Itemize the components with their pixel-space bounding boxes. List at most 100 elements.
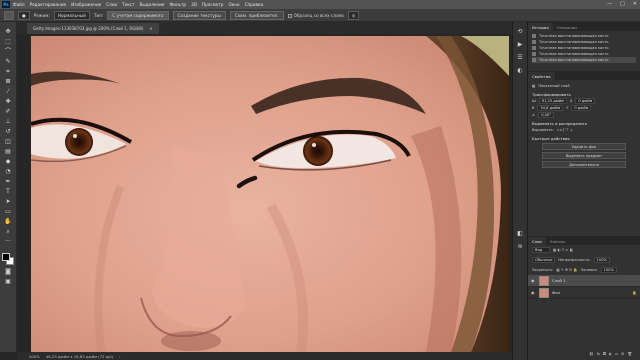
add-mask-icon[interactable]: ◘ [603, 352, 606, 356]
opacity-field[interactable]: 100% [593, 257, 610, 263]
foreground-color[interactable] [2, 253, 10, 261]
tab-layers[interactable]: Слои [528, 237, 546, 245]
height-field[interactable]: 54,8 дюйм [537, 104, 564, 111]
quick-select-tool-icon[interactable]: ✎ [3, 58, 14, 66]
select-subject-button[interactable]: Выделить предмет [542, 152, 626, 159]
pen-tool-icon[interactable]: ✒ [3, 178, 14, 186]
filter-icons[interactable]: ▦ ◐ T ▭ ◧ [553, 248, 573, 252]
status-arrow-icon[interactable]: › [119, 354, 121, 359]
clone-stamp-tool-icon[interactable]: ⊥ [3, 118, 14, 126]
history-panel-tabs: История Операции [528, 22, 640, 31]
visibility-eye-icon[interactable]: ◉ [531, 278, 536, 283]
link-layers-icon[interactable]: ⛓ [589, 352, 594, 356]
visibility-eye-icon[interactable]: ◉ [531, 290, 536, 295]
layers-panel-icon[interactable]: ◧ [517, 230, 523, 237]
sample-all-checkbox[interactable] [287, 13, 292, 18]
menu-window[interactable]: Окно [228, 2, 239, 7]
menu-image[interactable]: Изображение [71, 2, 101, 7]
y-field[interactable]: 0 дюйм [571, 104, 592, 111]
zoom-level[interactable]: 200% [29, 354, 40, 359]
spot-healing-brush-icon[interactable] [4, 10, 14, 20]
fx-icon[interactable]: fx [597, 352, 600, 356]
photoshop-logo[interactable]: Ps [2, 1, 10, 8]
marquee-tool-icon[interactable]: ⬚ [3, 38, 14, 46]
x-field[interactable]: 0 дюйм [575, 97, 596, 104]
close-tab-icon[interactable]: × [149, 26, 152, 31]
color-swatches[interactable] [1, 252, 15, 266]
maximize-icon[interactable]: □ [620, 1, 625, 7]
move-tool-icon[interactable]: ✥ [3, 28, 14, 36]
brush-tool-icon[interactable]: ✐ [3, 108, 14, 116]
remove-background-button[interactable]: Удалить фон [542, 143, 626, 150]
history-panel-icon[interactable]: ⟲ [517, 28, 522, 35]
layer-filter-select[interactable]: Вид [532, 247, 550, 253]
history-item-label: Точечная восстанавливающая кисть [539, 34, 609, 38]
sample-all-layers-option[interactable]: Образец со всех слоев [287, 13, 344, 18]
blend-mode-select[interactable]: Обычные [532, 257, 556, 263]
healing-brush-tool-icon[interactable]: ✚ [3, 98, 14, 106]
create-texture-button[interactable]: Создание текстуры [172, 10, 226, 20]
type-tool-icon[interactable]: T [3, 188, 14, 196]
channels-panel-icon[interactable]: ≋ [517, 243, 522, 250]
history-brush-tool-icon[interactable]: ↺ [3, 128, 14, 136]
lock-icons[interactable]: ▦ ✎ ✥ ⊡ 🔒 [556, 268, 577, 272]
lasso-tool-icon[interactable]: ⌒ [3, 48, 14, 56]
path-select-tool-icon[interactable]: ➤ [3, 198, 14, 206]
delete-layer-icon[interactable]: 🗑 [627, 352, 632, 356]
zoom-tool-icon[interactable]: ⌕ [3, 228, 14, 236]
hand-tool-icon[interactable]: ✋ [3, 218, 14, 226]
menu-help[interactable]: Справка [245, 2, 263, 7]
tab-actions[interactable]: Операции [553, 23, 581, 31]
dodge-tool-icon[interactable]: ◔ [3, 168, 14, 176]
quick-mask-icon[interactable]: ◙ [3, 268, 14, 276]
layer-row[interactable]: ◉ Фон 🔒 [528, 287, 640, 299]
pressure-size-icon[interactable]: ◎ [347, 10, 360, 20]
document-tab[interactable]: Getty Images-113038703.jpg @ 200% (Слой … [27, 23, 159, 34]
tab-properties[interactable]: Свойства [528, 72, 555, 80]
lock-icon[interactable]: 🔒 [632, 290, 637, 295]
layer-name[interactable]: Фон [552, 290, 560, 295]
menu-view[interactable]: Просмотр [202, 2, 224, 7]
menu-edit[interactable]: Редактирование [30, 2, 67, 7]
new-adjustment-icon[interactable]: ◐ [609, 352, 612, 356]
eraser-tool-icon[interactable]: ◫ [3, 138, 14, 146]
mode-select[interactable]: Нормальный [53, 10, 90, 20]
menu-filter[interactable]: Фильтр [170, 2, 187, 7]
menu-layers[interactable]: Слои [106, 2, 117, 7]
tab-channels[interactable]: Каналы [546, 237, 569, 245]
menu-select[interactable]: Выделение [140, 2, 165, 7]
content-aware-button[interactable]: С учетом содержимого [107, 10, 169, 20]
properties-panel-icon[interactable]: ☰ [517, 54, 522, 61]
layer-row[interactable]: ◉ Слой 1 [528, 275, 640, 287]
menu-3d[interactable]: 3D [191, 2, 197, 7]
menu-file[interactable]: Файл [13, 2, 25, 7]
actions-panel-icon[interactable]: ▶ [518, 41, 523, 48]
document-canvas[interactable] [31, 36, 509, 352]
adjustments-panel-icon[interactable]: ◐ [517, 67, 522, 74]
angle-field[interactable]: 0,00° [538, 111, 555, 118]
tab-history[interactable]: История [528, 23, 553, 31]
screen-mode-icon[interactable]: ▣ [3, 278, 14, 286]
more-actions-button[interactable]: Дополнительно [542, 161, 626, 168]
width-field[interactable]: 91,25 дюйм [538, 97, 567, 104]
shape-tool-icon[interactable]: ▭ [3, 208, 14, 216]
crop-tool-icon[interactable]: ⌗ [3, 68, 14, 76]
new-layer-icon[interactable]: ⊞ [621, 352, 624, 356]
frame-tool-icon[interactable]: ⊠ [3, 78, 14, 86]
document-tab-title: Getty Images-113038703.jpg @ 200% (Слой … [33, 26, 144, 31]
close-icon[interactable]: ✕ [633, 1, 637, 7]
eyedropper-tool-icon[interactable]: ⁄ [3, 88, 14, 96]
minimize-icon[interactable]: — [607, 1, 612, 7]
quick-actions-section-title[interactable]: Быстрые действия [532, 136, 636, 141]
blur-tool-icon[interactable]: ◆ [3, 158, 14, 166]
new-group-icon[interactable]: ▭ [615, 352, 618, 356]
history-item[interactable]: Точечная восстанавливающая кисть [532, 57, 636, 63]
fill-field[interactable]: 100% [600, 267, 617, 273]
proximity-match-button[interactable]: Совм. приблизител. [229, 10, 284, 20]
brush-size-picker[interactable]: ● [18, 10, 30, 20]
gradient-tool-icon[interactable]: ▤ [3, 148, 14, 156]
menu-type[interactable]: Текст [122, 2, 134, 7]
align-icons[interactable]: ⫷ ⫸ ⫿ ⊤ ⊥ [557, 128, 573, 132]
layer-name[interactable]: Слой 1 [552, 278, 566, 283]
more-tools-icon[interactable]: ··· [3, 238, 14, 246]
